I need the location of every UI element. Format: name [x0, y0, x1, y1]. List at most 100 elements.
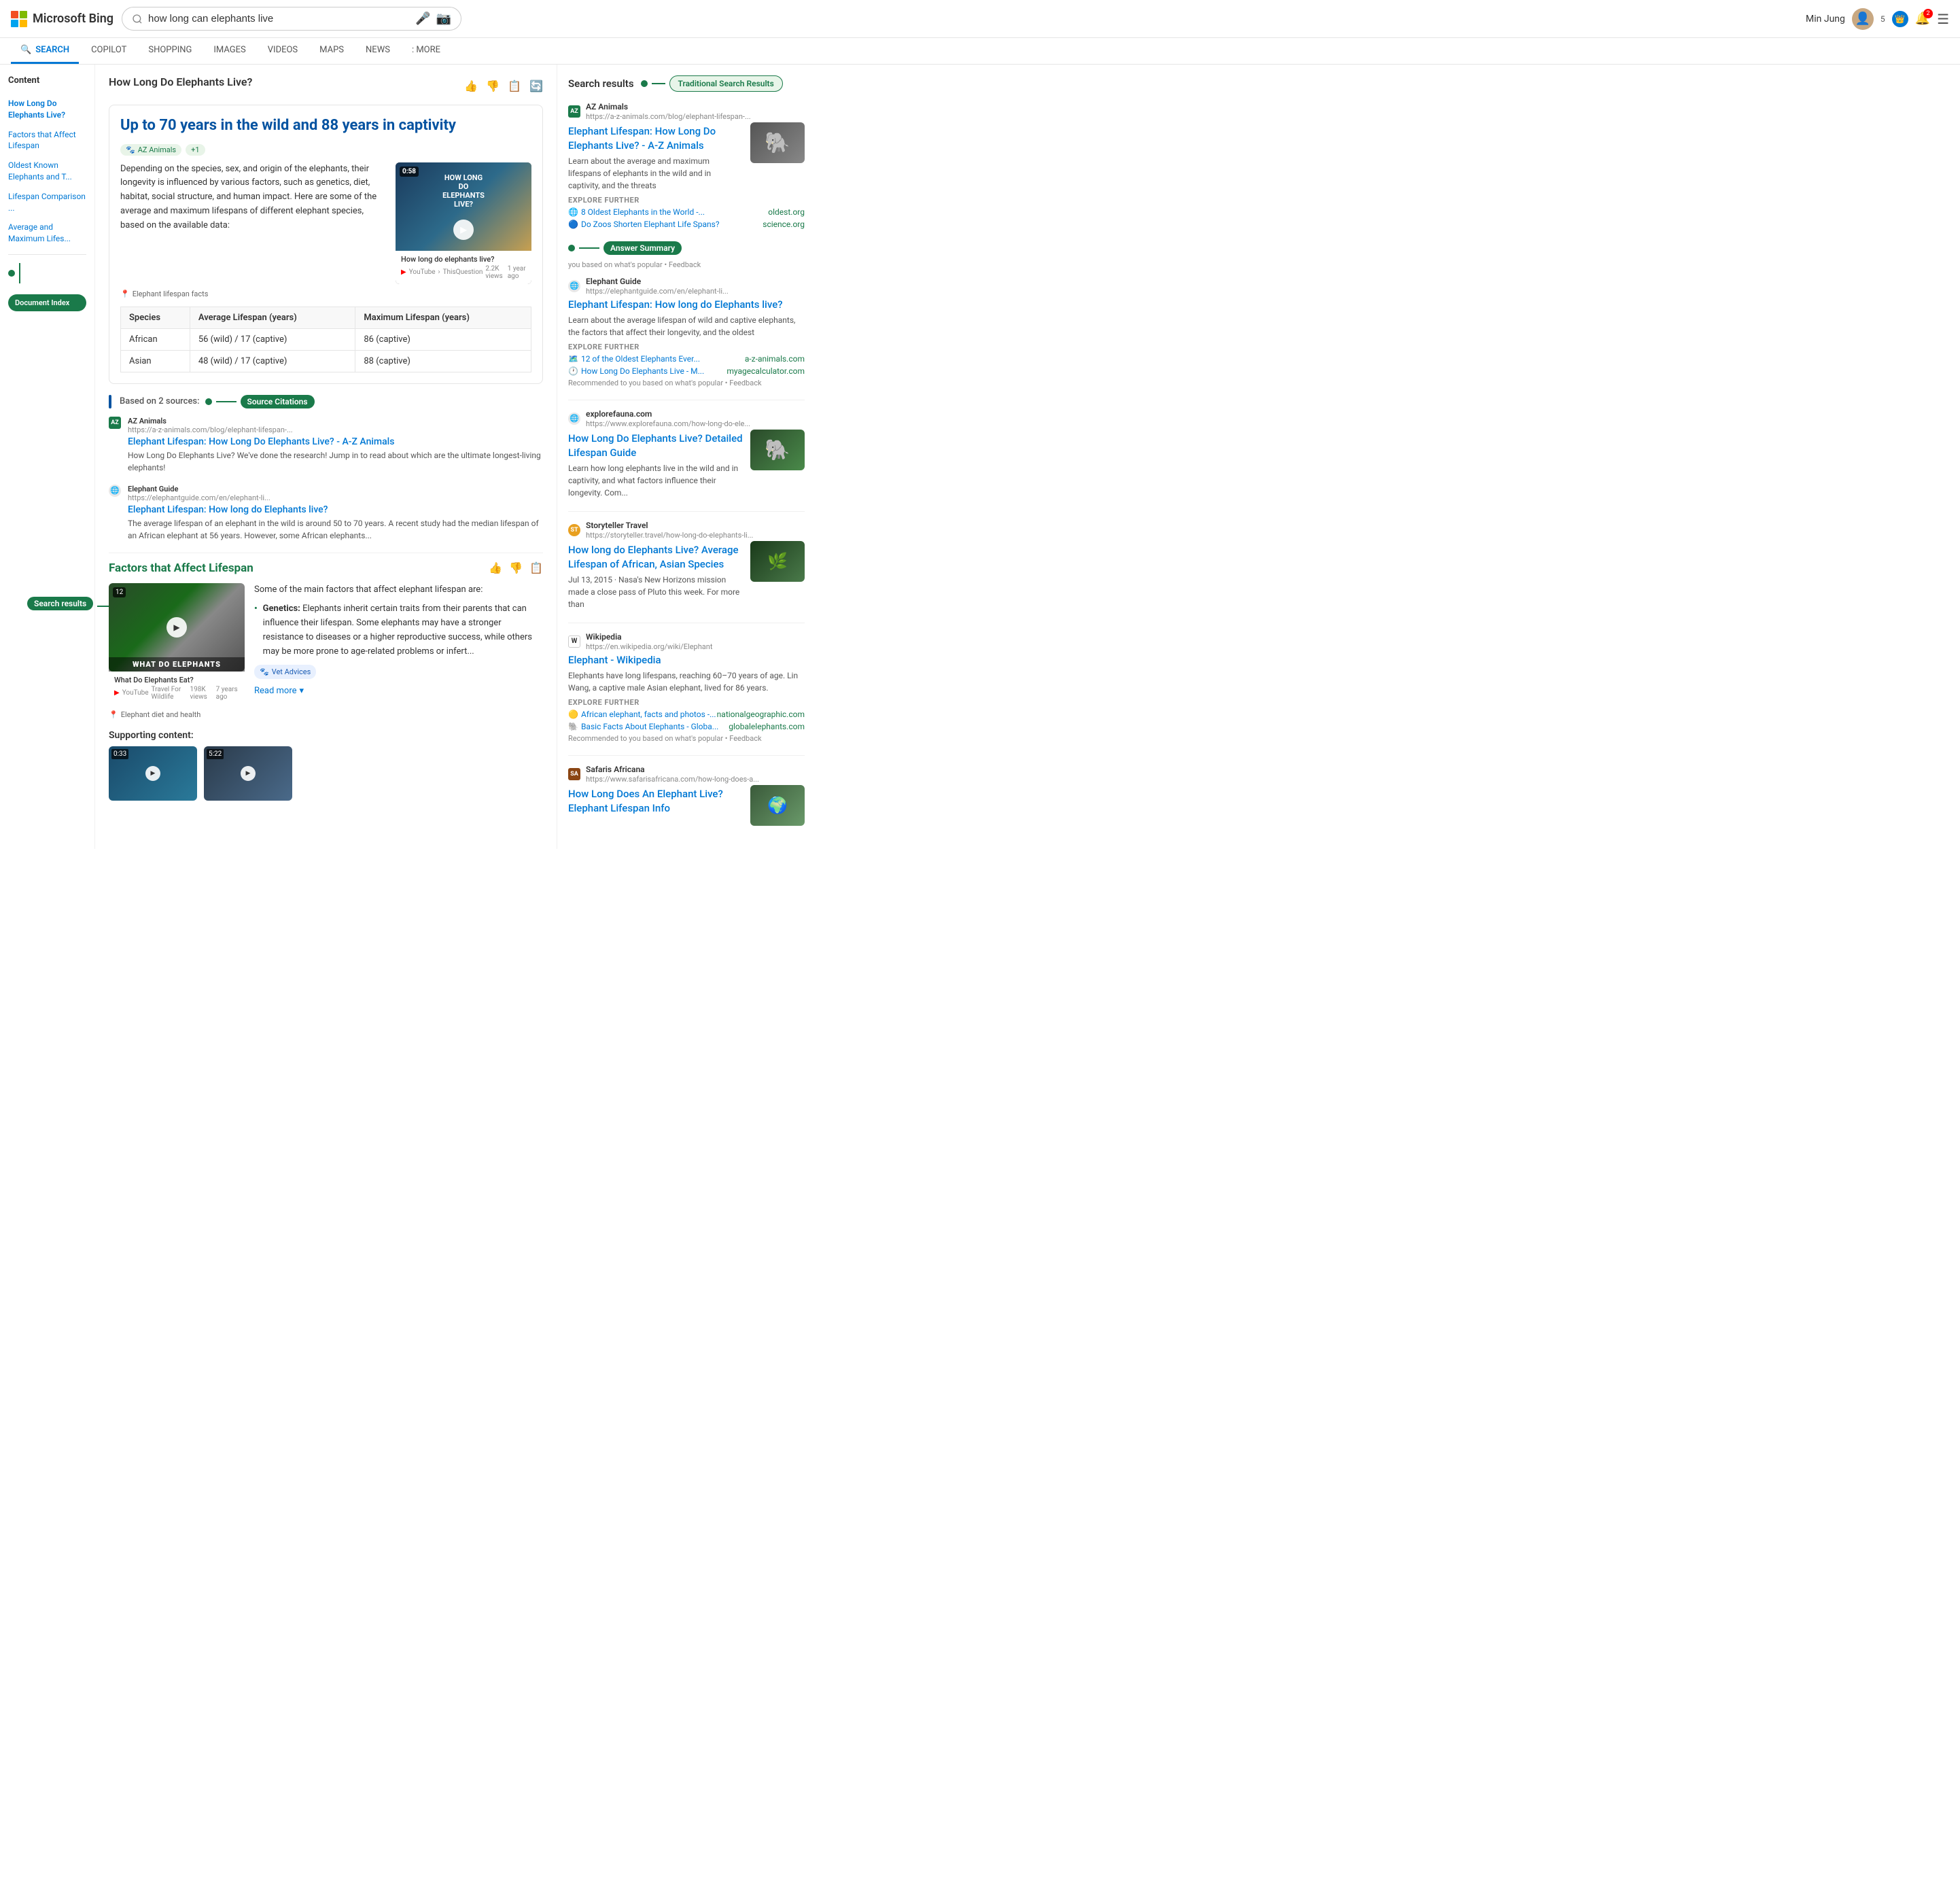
logo-text: Microsoft Bing: [33, 12, 113, 26]
factors-section: Factors that Affect Lifespan 👍 👎 📋 Searc…: [109, 561, 543, 801]
explore-link-3[interactable]: 🗺️ 12 of the Oldest Elephants Ever...: [568, 354, 745, 364]
search-tab-icon: 🔍: [20, 45, 31, 55]
result-site-info-5: Wikipedia https://en.wikipedia.org/wiki/…: [586, 631, 712, 651]
play-button[interactable]: ▶: [453, 220, 474, 240]
explore-links-5: 🟡 African elephant, facts and photos -..…: [568, 710, 805, 731]
factors-video-caption: What Do Elephants Eat? ▶ YouTube Travel …: [109, 672, 245, 705]
tab-shopping[interactable]: SHOPPING: [139, 38, 201, 64]
result-site-name-4: Storyteller Travel: [586, 521, 648, 530]
sidebar-item-factors[interactable]: Factors that Affect Lifespan: [8, 125, 86, 156]
news-tab-label: NEWS: [366, 45, 390, 55]
factors-video[interactable]: 12 ▶ WHAT DO ELEPHANTS What Do Elephants…: [109, 583, 245, 719]
sidebar-item-average[interactable]: Average and Maximum Lifes...: [8, 217, 86, 249]
refresh-icon[interactable]: 🔄: [529, 80, 543, 92]
support-vid-2[interactable]: 5:22 ▶: [204, 746, 292, 801]
result-text-6: How Long Does An Elephant Live? Elephant…: [568, 785, 743, 826]
bell-icon[interactable]: 🔔 2: [1915, 12, 1930, 26]
explore-text-1: 8 Oldest Elephants in the World -...: [581, 207, 705, 217]
tab-maps[interactable]: MAPS: [310, 38, 353, 64]
read-more-button[interactable]: Read more ▾: [254, 684, 543, 699]
explore-text-6: Basic Facts About Elephants - Globa...: [581, 722, 718, 731]
source-url-2: https://elephantguide.com/en/elephant-li…: [128, 493, 543, 502]
tab-news[interactable]: NEWS: [356, 38, 400, 64]
supporting-title: Supporting content:: [109, 730, 543, 741]
thumbs-down-icon[interactable]: 👎: [486, 80, 500, 92]
table-header-species: Species: [121, 307, 190, 328]
tab-search[interactable]: 🔍 SEARCH: [11, 38, 79, 64]
menu-icon[interactable]: ☰: [1937, 11, 1949, 27]
result-title-2[interactable]: Elephant Lifespan: How long do Elephants…: [568, 298, 805, 312]
explore-link-row-4: 🕐 How Long Do Elephants Live - M... myag…: [568, 366, 805, 376]
result-with-img-4: How long do Elephants Live? Average Life…: [568, 541, 805, 610]
explore-link-2[interactable]: 🔵 Do Zoos Shorten Elephant Life Spans?: [568, 220, 763, 229]
explore-text-3: 12 of the Oldest Elephants Ever...: [581, 354, 700, 364]
explore-link-6[interactable]: 🐘 Basic Facts About Elephants - Globa...: [568, 722, 729, 731]
center-content: How Long Do Elephants Live? 👍 👎 📋 🔄 Up t…: [95, 65, 557, 849]
source-desc-2: The average lifespan of an elephant in t…: [128, 517, 543, 542]
factors-thumbs-down[interactable]: 👎: [509, 561, 523, 574]
result-text-3: How Long Do Elephants Live? Detailed Lif…: [568, 430, 743, 499]
source-citations-badge[interactable]: Source Citations: [241, 395, 315, 408]
result-url-2: https://elephantguide.com/en/elephant-li…: [586, 287, 729, 296]
explore-link-4[interactable]: 🕐 How Long Do Elephants Live - M...: [568, 366, 727, 376]
genetics-term: Genetics:: [263, 604, 300, 614]
thumbs-up-icon[interactable]: 👍: [464, 80, 478, 92]
az-animals-tag[interactable]: 🐾 AZ Animals: [120, 144, 181, 156]
result-item-1: AZ AZ Animals https://a-z-animals.com/bl…: [568, 101, 805, 229]
support-play-1[interactable]: ▶: [145, 766, 160, 781]
support-play-2[interactable]: ▶: [241, 766, 256, 781]
sidebar-item-comparison[interactable]: Lifespan Comparison ...: [8, 187, 86, 218]
explore-link-1[interactable]: 🌐 8 Oldest Elephants in the World -...: [568, 207, 768, 217]
factors-play-button[interactable]: ▶: [167, 617, 187, 638]
factors-video-fact: 📍 Elephant diet and health: [109, 710, 245, 719]
table-cell-avg-1: 56 (wild) / 17 (captive): [190, 328, 355, 350]
factors-copy[interactable]: 📋: [529, 561, 543, 574]
wikipedia-icon: W: [568, 635, 580, 648]
camera-icon[interactable]: 📷: [436, 12, 451, 26]
lifespan-table: Species Average Lifespan (years) Maximum…: [120, 307, 531, 372]
source-title-1[interactable]: Elephant Lifespan: How Long Do Elephants…: [128, 436, 543, 447]
search-bar[interactable]: how long can elephants live 🎤 📷: [122, 7, 461, 31]
traditional-search-results-badge: Traditional Search Results: [669, 75, 783, 92]
tab-more[interactable]: : MORE: [402, 38, 450, 64]
factors-thumbs-up[interactable]: 👍: [489, 561, 502, 574]
explore-link-5[interactable]: 🟡 African elephant, facts and photos -..…: [568, 710, 717, 719]
explore-link-row-3: 🗺️ 12 of the Oldest Elephants Ever... a-…: [568, 354, 805, 364]
plus-one-tag[interactable]: +1: [186, 144, 205, 156]
result-title-5[interactable]: Elephant - Wikipedia: [568, 653, 805, 667]
result-desc-4: Jul 13, 2015 · Nasa's New Horizons missi…: [568, 574, 743, 610]
doc-index-button[interactable]: Document Index: [8, 294, 86, 311]
result-title-6[interactable]: How Long Does An Elephant Live? Elephant…: [568, 787, 743, 816]
explore-domain-1: oldest.org: [768, 207, 805, 217]
copy-icon[interactable]: 📋: [508, 80, 521, 92]
support-vid-1[interactable]: 0:33 ▶: [109, 746, 197, 801]
factors-yt-icon: ▶: [114, 689, 120, 697]
mic-icon[interactable]: 🎤: [415, 12, 430, 26]
source-title-2[interactable]: Elephant Lifespan: How long do Elephants…: [128, 504, 543, 515]
action-icons: 👍 👎 📋 🔄: [464, 80, 543, 92]
answer-summary-dot: [568, 245, 575, 251]
sidebar-item-how-long[interactable]: How Long Do Elephants Live?: [8, 94, 86, 125]
result-title-1[interactable]: Elephant Lifespan: How Long Do Elephants…: [568, 124, 743, 153]
tab-images[interactable]: IMAGES: [204, 38, 255, 64]
search-input[interactable]: how long can elephants live: [148, 13, 410, 24]
result-item-2: 🌐 Elephant Guide https://elephantguide.c…: [568, 276, 805, 387]
tab-videos[interactable]: VIDEOS: [258, 38, 307, 64]
explore-icon-1: 🌐: [568, 207, 578, 217]
explore-domain-2: science.org: [763, 220, 805, 229]
result-title-3[interactable]: How Long Do Elephants Live? Detailed Lif…: [568, 432, 743, 460]
tsr-dot: [641, 80, 648, 87]
sidebar-divider: [8, 254, 86, 255]
tab-copilot[interactable]: COPILOT: [82, 38, 136, 64]
answer-video-thumb[interactable]: 0:58 HOW LONGDOELEPHANTSLIVE? ▶ How long…: [396, 162, 531, 284]
storyteller-icon: ST: [568, 524, 580, 536]
factors-video-caption-label: Elephant diet and health: [121, 710, 201, 719]
result-desc-2: Learn about the average lifespan of wild…: [568, 314, 805, 338]
explore-domain-4: myagecalculator.com: [727, 366, 805, 376]
answer-summary-line: [579, 247, 599, 249]
explore-domain-5: nationalgeographic.com: [717, 710, 805, 719]
result-site-name-1: AZ Animals: [586, 102, 628, 111]
maps-tab-label: MAPS: [319, 45, 344, 55]
result-title-4[interactable]: How long do Elephants Live? Average Life…: [568, 543, 743, 572]
sidebar-item-oldest[interactable]: Oldest Known Elephants and T...: [8, 156, 86, 187]
